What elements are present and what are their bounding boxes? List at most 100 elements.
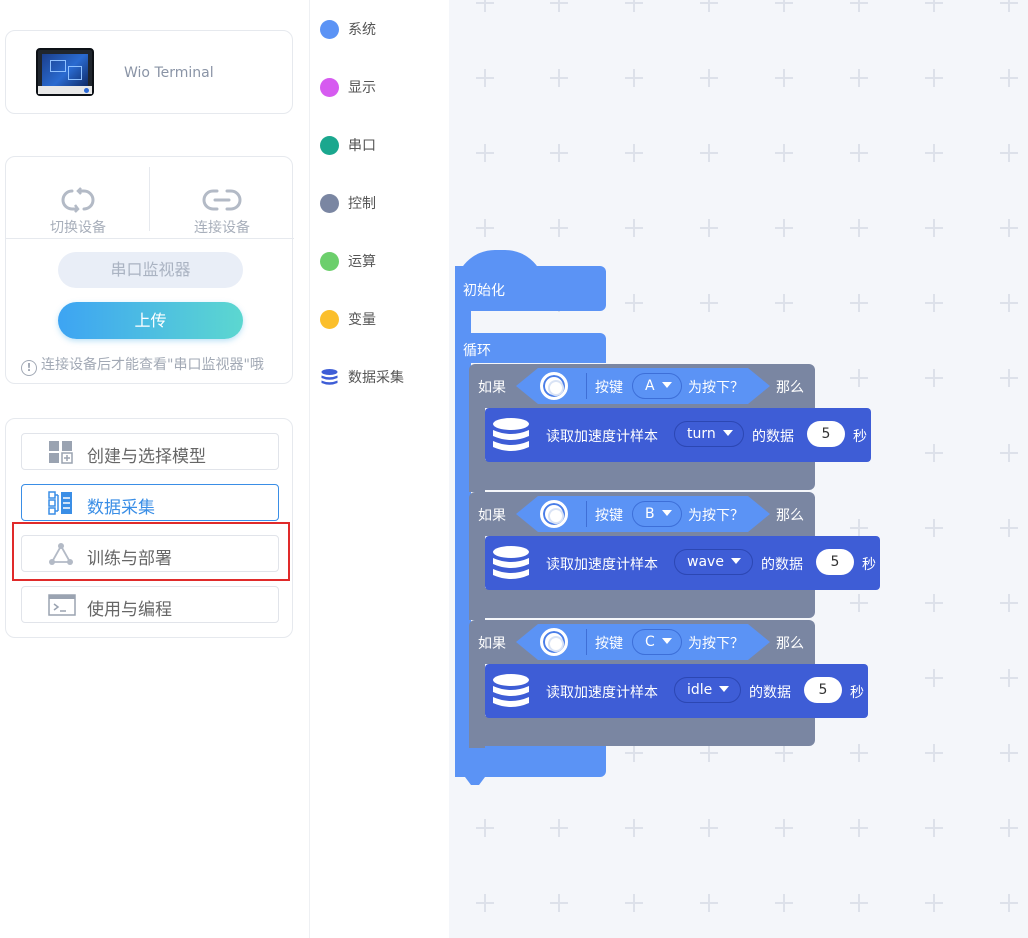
loop-block-notch [465,777,485,785]
grid-plus-icon [700,744,718,762]
loop-block[interactable]: 循环 [455,333,606,363]
grid-plus-icon [775,819,793,837]
button-key-dropdown[interactable]: B [632,501,682,527]
grid-plus-icon [1000,894,1018,912]
button-pressed-condition[interactable]: 按键 B 为按下？ [516,496,770,532]
setup-label: 初始化 [463,283,505,299]
grid-plus-icon [476,894,494,912]
terminal-icon [48,594,76,616]
divider [6,238,294,239]
sample-label-dropdown[interactable]: idle [674,677,741,703]
sample-label-dropdown[interactable]: turn [674,421,744,447]
grid-plus-icon [925,294,943,312]
switch-device-label: 切换设备 [50,220,106,236]
device-card[interactable]: Wio Terminal [5,30,293,114]
grid-plus-icon [476,69,494,87]
grid-plus-icon [850,819,868,837]
category-data-collection[interactable]: 数据采集 [320,366,404,388]
read-sample-label: 读取加速度计样本 [546,557,658,573]
category-control[interactable]: 控制 [320,192,376,214]
read-accelerometer-block[interactable]: 读取加速度计样本 turn 的数据 5 秒 [485,408,871,462]
grid-plus-icon [1000,669,1018,687]
category-label: 运算 [348,254,376,270]
grid-plus-icon [625,819,643,837]
category-operators[interactable]: 运算 [320,250,376,272]
button-toggle-icon[interactable] [540,628,568,656]
grid-plus-icon [925,444,943,462]
category-display[interactable]: 显示 [320,76,376,98]
seconds-input[interactable]: 5 [807,421,845,447]
grid-plus-icon [625,144,643,162]
category-system[interactable]: 系统 [320,18,376,40]
setup-block[interactable]: 初始化 [455,266,606,311]
menu-item-label: 使用与编程 [87,600,172,620]
menu-item-data-collection[interactable]: 数据采集 [21,484,279,521]
grid-plus-icon [925,744,943,762]
switch-device-button[interactable]: 切换设备 [6,173,150,237]
button-pressed-condition[interactable]: 按键 A 为按下？ [516,368,770,404]
category-serial[interactable]: 串口 [320,134,376,156]
model-grid-icon [49,441,73,464]
if-block[interactable]: 如果 按键 B 为按下？ 那么 [469,492,815,536]
read-accelerometer-block[interactable]: 读取加速度计样本 wave 的数据 5 秒 [485,536,880,590]
sample-label-value: turn [687,426,716,442]
if-block[interactable]: 如果 按键 C 为按下？ 那么 [469,620,815,664]
seconds-input[interactable]: 5 [804,677,842,703]
highlight-frame [12,522,290,581]
loop-label: 循环 [463,343,491,359]
grid-plus-icon [550,819,568,837]
button-label: 按键 [595,380,623,396]
grid-plus-icon [850,594,868,612]
button-key-dropdown[interactable]: C [632,629,682,655]
category-label: 数据采集 [348,370,404,386]
database-icon [493,674,529,707]
seconds-input[interactable]: 5 [816,549,854,575]
seconds-value: 5 [821,426,831,442]
grid-plus-icon [775,0,793,12]
block-categories: 系统 显示 串口 控制 运算 变量 数据采集 [309,0,449,938]
grid-plus-icon [775,69,793,87]
read-accelerometer-block[interactable]: 读取加速度计样本 idle 的数据 5 秒 [485,664,868,718]
button-toggle-icon[interactable] [540,372,568,400]
button-key-dropdown[interactable]: A [632,373,682,399]
grid-plus-icon [625,0,643,12]
grid-plus-icon [925,519,943,537]
grid-plus-icon [1000,744,1018,762]
grid-plus-icon [700,219,718,237]
menu-item-create-model[interactable]: 创建与选择模型 [21,433,279,470]
button-toggle-icon[interactable] [540,500,568,528]
grid-plus-icon [925,369,943,387]
category-variables[interactable]: 变量 [320,308,376,330]
pressed-label: 为按下？ [688,508,744,524]
grid-plus-icon [850,219,868,237]
then-label: 那么 [776,636,804,652]
divider [586,629,587,655]
then-label: 那么 [776,508,804,524]
grid-plus-icon [775,144,793,162]
category-label: 变量 [348,312,376,328]
grid-plus-icon [1000,219,1018,237]
switch-device-icon [61,187,95,213]
grid-plus-icon [1000,594,1018,612]
menu-item-use-program[interactable]: 使用与编程 [21,586,279,623]
sample-label-value: wave [687,554,724,570]
block-workspace[interactable]: 初始化 循环 如果 按键 A 为按下？ 那么 读取加速度计样本 turn 的数据… [449,0,1028,938]
if-block-foot [469,588,815,618]
button-pressed-condition[interactable]: 按键 C 为按下？ [516,624,770,660]
grid-plus-icon [550,894,568,912]
category-dot-icon [320,19,339,39]
chevron-down-icon [730,558,741,564]
button-key-value: A [645,378,655,394]
connect-device-button[interactable]: 连接设备 [150,173,294,237]
then-label: 那么 [776,380,804,396]
button-key-value: B [645,506,655,522]
serial-monitor-button[interactable]: 串口监视器 [58,252,243,288]
grid-plus-icon [550,69,568,87]
sample-label-dropdown[interactable]: wave [674,549,753,575]
data-collection-icon [48,491,72,515]
grid-plus-icon [1000,519,1018,537]
upload-button[interactable]: 上传 [58,302,243,339]
seconds-unit: 秒 [862,557,876,573]
category-label: 串口 [348,138,376,154]
if-block[interactable]: 如果 按键 A 为按下？ 那么 [469,364,815,408]
